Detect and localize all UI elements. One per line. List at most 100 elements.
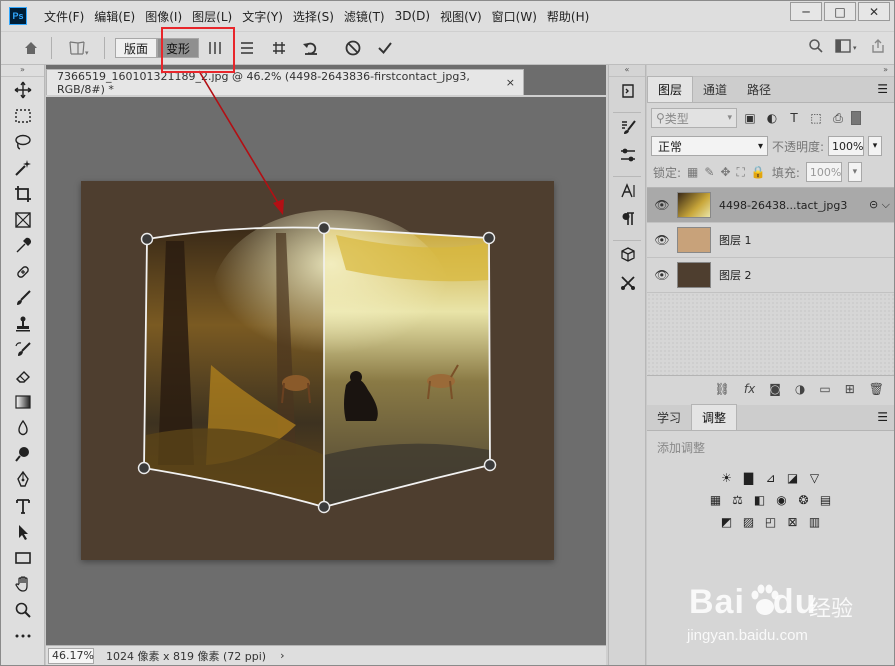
- magic-wand-tool-icon[interactable]: [1, 155, 45, 181]
- menu-type[interactable]: 文字(Y): [237, 8, 288, 25]
- visibility-eye-icon[interactable]: 👁: [647, 268, 677, 282]
- menu-3d[interactable]: 3D(D): [390, 9, 435, 23]
- crop-tool-icon[interactable]: [1, 181, 45, 207]
- color-balance-icon[interactable]: ⚖: [730, 492, 746, 508]
- color-lookup-icon[interactable]: ▤: [818, 492, 834, 508]
- gradient-tool-icon[interactable]: [1, 389, 45, 415]
- photo-filter-icon[interactable]: ◉: [774, 492, 790, 508]
- filter-toggle-icon[interactable]: [851, 111, 861, 125]
- zoom-tool-icon[interactable]: [1, 597, 45, 623]
- menu-filter[interactable]: 滤镜(T): [339, 8, 390, 25]
- gradient-map-icon[interactable]: ▥: [807, 514, 823, 530]
- lock-position-icon[interactable]: ✥: [720, 165, 730, 179]
- reset-warp-icon[interactable]: [295, 37, 327, 59]
- maximize-button[interactable]: □: [824, 2, 856, 21]
- black-white-icon[interactable]: ◧: [752, 492, 768, 508]
- pen-tool-icon[interactable]: [1, 467, 45, 493]
- minimize-button[interactable]: ─: [790, 2, 822, 21]
- filter-type-icon[interactable]: T: [785, 109, 803, 127]
- panel-menu-icon[interactable]: ☰: [877, 82, 888, 96]
- fx-icon[interactable]: fx: [744, 382, 755, 396]
- menu-window[interactable]: 窗口(W): [487, 8, 542, 25]
- brightness-icon[interactable]: ☀: [719, 470, 735, 486]
- tab-adjustments[interactable]: 调整: [691, 404, 738, 430]
- warp-handle-top-middle[interactable]: [317, 221, 331, 235]
- puppet-warp-tool-icon[interactable]: ▾: [62, 37, 94, 59]
- tab-learn[interactable]: 学习: [647, 405, 691, 430]
- opacity-field[interactable]: 100%: [828, 136, 865, 156]
- tools-panel-icon[interactable]: [609, 269, 647, 297]
- split-cross-icon[interactable]: [263, 37, 295, 59]
- opacity-dropdown[interactable]: ▾: [868, 136, 883, 156]
- brush-tool-icon[interactable]: [1, 285, 45, 311]
- workspace-icon[interactable]: ▾: [834, 38, 860, 57]
- collapse-icon[interactable]: «: [609, 65, 645, 77]
- 3d-panel-icon[interactable]: [609, 241, 647, 269]
- rectangle-tool-icon[interactable]: [1, 545, 45, 571]
- tab-channels[interactable]: 通道: [693, 77, 737, 102]
- adjustment-layer-icon[interactable]: ◑: [795, 382, 805, 396]
- history-panel-icon[interactable]: [609, 77, 647, 105]
- curves-icon[interactable]: ⊿: [763, 470, 779, 486]
- layout-button[interactable]: 版面: [115, 38, 158, 58]
- status-menu-arrow[interactable]: ›: [280, 649, 284, 662]
- menu-view[interactable]: 视图(V): [435, 8, 487, 25]
- zoom-field[interactable]: 46.17%: [48, 647, 94, 664]
- split-vertical-icon[interactable]: [199, 37, 231, 59]
- new-group-icon[interactable]: ▭: [819, 382, 830, 396]
- vibrance-icon[interactable]: ▽: [807, 470, 823, 486]
- link-layers-icon[interactable]: ⛓: [715, 382, 730, 396]
- close-button[interactable]: ✕: [858, 2, 890, 21]
- lock-artboard-icon[interactable]: ⛶: [737, 165, 745, 180]
- layer-row[interactable]: 👁 图层 1: [647, 223, 894, 258]
- healing-brush-tool-icon[interactable]: [1, 259, 45, 285]
- warp-button[interactable]: 变形: [157, 38, 200, 58]
- posterize-icon[interactable]: ▨: [741, 514, 757, 530]
- warp-handle-bottom-middle[interactable]: [317, 500, 331, 514]
- invert-icon[interactable]: ◩: [719, 514, 735, 530]
- tab-paths[interactable]: 路径: [737, 77, 781, 102]
- path-selection-tool-icon[interactable]: [1, 519, 45, 545]
- lock-transparency-icon[interactable]: ▦: [687, 165, 698, 179]
- warp-handle-bottom-left[interactable]: [137, 461, 151, 475]
- menu-image[interactable]: 图像(I): [140, 8, 187, 25]
- history-brush-tool-icon[interactable]: [1, 337, 45, 363]
- visibility-eye-icon[interactable]: 👁: [647, 198, 677, 212]
- brush-settings-icon[interactable]: [609, 113, 647, 141]
- hue-saturation-icon[interactable]: ▦: [708, 492, 724, 508]
- cancel-transform-icon[interactable]: [337, 37, 369, 59]
- layer-row[interactable]: 👁 4498-26438...tact_jpg3 ⊝ ⌵: [647, 188, 894, 223]
- selective-color-icon[interactable]: ⊠: [785, 514, 801, 530]
- lasso-tool-icon[interactable]: [1, 129, 45, 155]
- eraser-tool-icon[interactable]: [1, 363, 45, 389]
- character-panel-icon[interactable]: [609, 177, 647, 205]
- layer-filter-select[interactable]: ⚲ 类型 ▾: [651, 108, 737, 128]
- clone-stamp-tool-icon[interactable]: [1, 311, 45, 337]
- filter-shape-icon[interactable]: ⬚: [807, 109, 825, 127]
- new-layer-icon[interactable]: ⊞: [845, 382, 855, 396]
- filter-pixel-icon[interactable]: ▣: [741, 109, 759, 127]
- fill-field[interactable]: 100%: [805, 162, 842, 182]
- filter-adjustment-icon[interactable]: ◐: [763, 109, 781, 127]
- menu-file[interactable]: 文件(F): [39, 8, 89, 25]
- commit-transform-icon[interactable]: [369, 37, 401, 59]
- eyedropper-tool-icon[interactable]: [1, 233, 45, 259]
- blur-tool-icon[interactable]: [1, 415, 45, 441]
- search-icon[interactable]: [808, 38, 824, 57]
- filter-smart-object-icon[interactable]: ⎙: [829, 109, 847, 127]
- threshold-icon[interactable]: ◰: [763, 514, 779, 530]
- warp-handle-bottom-right[interactable]: [483, 458, 497, 472]
- marquee-tool-icon[interactable]: [1, 103, 45, 129]
- fill-dropdown[interactable]: ▾: [847, 162, 862, 182]
- delete-layer-icon[interactable]: 🗑: [869, 382, 884, 396]
- frame-tool-icon[interactable]: [1, 207, 45, 233]
- lock-all-icon[interactable]: 🔒: [751, 165, 766, 179]
- move-tool-icon[interactable]: [1, 77, 45, 103]
- menu-layer[interactable]: 图层(L): [187, 8, 237, 25]
- share-icon[interactable]: [870, 38, 886, 57]
- channel-mixer-icon[interactable]: ❂: [796, 492, 812, 508]
- tab-layers[interactable]: 图层: [647, 76, 694, 102]
- more-tools-icon[interactable]: [1, 623, 45, 649]
- panel-menu-icon[interactable]: ☰: [877, 410, 888, 424]
- collapse-icon[interactable]: »: [1, 65, 44, 77]
